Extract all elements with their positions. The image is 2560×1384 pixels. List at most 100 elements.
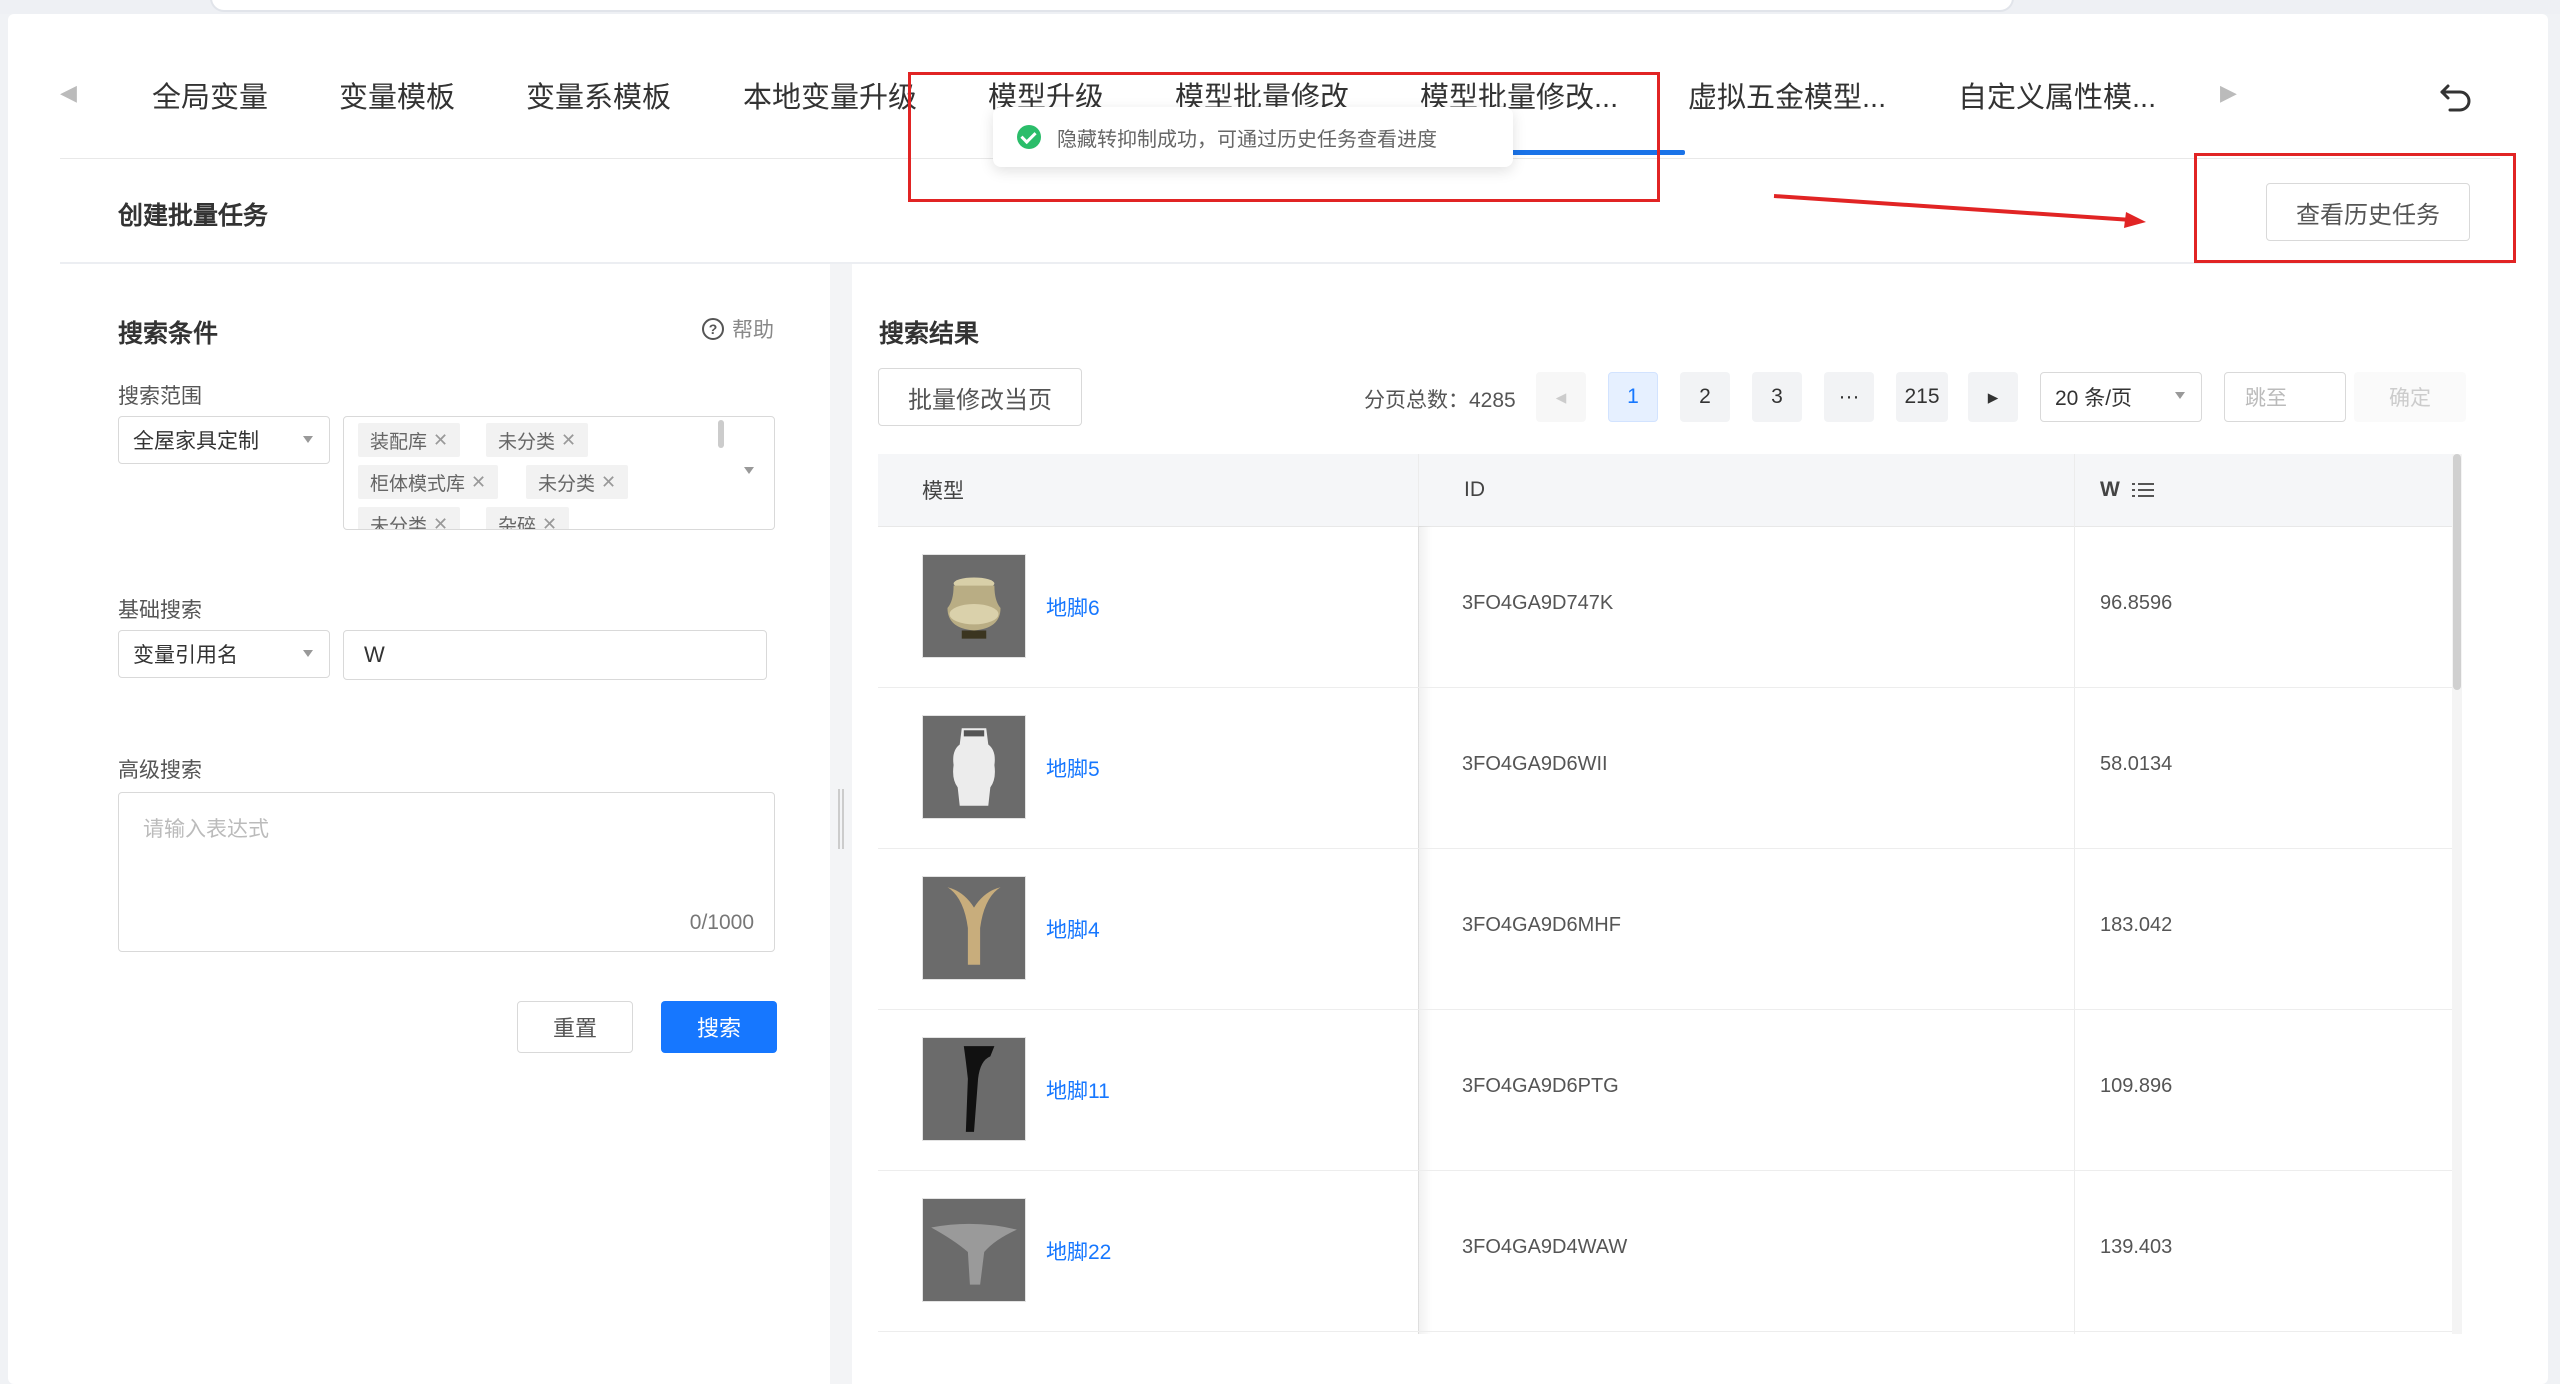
scope-tag[interactable]: 杂碎 ✕ [486,507,570,530]
model-w-value: 183.042 [2100,914,2173,936]
jump-to-page-input[interactable]: 跳至 [2224,372,2346,422]
model-id: 3FO4GA9D6PTG [1462,1075,1619,1097]
scope-tag[interactable]: 未分类 ✕ [358,507,461,530]
help-icon: ? [702,318,724,340]
table-row[interactable]: 地脚4 3FO4GA9D6MHF 183.042 [878,848,2458,1010]
results-table: 模型 ID W 地脚6 3FO4GA9D747K 96.8596 地脚5 3FO… [878,454,2458,1334]
column-header-w[interactable]: W [2100,454,2154,526]
page-ellipsis[interactable]: ··· [1824,372,1874,422]
tag-scrollbar[interactable] [718,420,724,448]
close-icon[interactable]: ✕ [433,430,448,451]
scope-select-value: 全屋家具定制 [133,430,259,453]
model-link[interactable]: 地脚5 [1046,753,1100,783]
model-link[interactable]: 地脚22 [1046,1236,1111,1266]
tab-variable-series-template[interactable]: 变量系模板 [526,74,671,116]
chevron-down-icon [744,467,754,474]
next-page-icon[interactable]: ▸ [1968,372,2018,422]
total-pages-label: 分页总数：4285 [1364,389,1516,412]
page-size-select[interactable]: 20 条/页 [2040,372,2202,422]
basic-search-type-value: 变量引用名 [133,644,238,667]
search-conditions-title: 搜索条件 [118,320,219,348]
view-history-tasks-button[interactable]: 查看历史任务 [2266,183,2470,241]
scope-tag[interactable]: 未分类 ✕ [526,465,629,499]
search-scope-label: 搜索范围 [118,385,202,408]
search-results-title: 搜索结果 [879,320,980,348]
table-row[interactable]: 地脚5 3FO4GA9D6WII 58.0134 [878,687,2458,849]
page-3[interactable]: 3 [1752,372,1802,422]
column-header-model: 模型 [922,480,964,503]
table-row[interactable]: 地脚11 3FO4GA9D6PTG 109.896 [878,1009,2458,1171]
advanced-search-placeholder: 请输入表达式 [143,818,269,841]
scope-tag-select[interactable]: 装配库 ✕ 未分类 ✕ 柜体模式库 ✕ 未分类 ✕ 未分类 ✕ 杂碎 ✕ [343,416,775,530]
scope-tag[interactable]: 未分类 ✕ [486,423,589,457]
model-id: 3FO4GA9D747K [1462,592,1614,614]
toast-message: 隐藏转抑制成功，可通过历史任务查看进度 [1057,128,1437,151]
model-w-value: 58.0134 [2100,753,2173,775]
model-link[interactable]: 地脚4 [1046,914,1100,944]
table-row[interactable]: 地脚22 3FO4GA9D4WAW 139.403 [878,1170,2458,1332]
close-icon[interactable]: ✕ [542,514,557,530]
tab-virtual-hardware-model[interactable]: 虚拟五金模型... [1688,74,1886,116]
close-icon[interactable]: ✕ [471,472,486,493]
tab-variable-template[interactable]: 变量模板 [339,74,455,116]
annotation-arrow-icon [1773,194,2146,228]
close-icon[interactable]: ✕ [561,430,576,451]
close-icon[interactable]: ✕ [601,472,616,493]
help-link[interactable]: ? 帮助 [702,314,774,344]
model-thumbnail[interactable] [922,715,1026,819]
jump-confirm-button[interactable]: 确定 [2354,372,2466,422]
basic-search-input[interactable]: W [343,630,767,680]
model-thumbnail[interactable] [922,1037,1026,1141]
close-icon[interactable]: ✕ [433,514,448,530]
top-search-bar [210,0,2014,12]
column-header-id: ID [1464,478,1485,501]
model-thumbnail[interactable] [922,1198,1026,1302]
tab-local-variable-upgrade[interactable]: 本地变量升级 [743,74,917,116]
page-2[interactable]: 2 [1680,372,1730,422]
model-id: 3FO4GA9D6WII [1462,753,1608,775]
success-toast: 隐藏转抑制成功，可通过历史任务查看进度 [993,107,1513,167]
page-title: 创建批量任务 [118,202,269,230]
search-button[interactable]: 搜索 [661,1001,777,1053]
scope-tag[interactable]: 柜体模式库 ✕ [358,465,499,499]
success-check-icon [1017,125,1041,149]
chevron-down-icon [303,650,313,657]
page-1[interactable]: 1 [1608,372,1658,422]
reset-button[interactable]: 重置 [517,1001,633,1053]
model-thumbnail[interactable] [922,554,1026,658]
page-size-value: 20 条/页 [2055,387,2133,410]
basic-search-label: 基础搜索 [118,599,202,622]
model-id: 3FO4GA9D6MHF [1462,914,1621,936]
model-id: 3FO4GA9D4WAW [1462,1236,1628,1258]
panel-splitter[interactable] [830,264,852,1384]
model-w-value: 139.403 [2100,1236,2173,1258]
column-settings-icon[interactable] [2131,481,2154,499]
chevron-down-icon [303,436,313,443]
tab-scroll-right-icon[interactable]: ▶ [2220,80,2237,106]
splitter-grip-icon[interactable] [838,789,844,849]
basic-search-type-select[interactable]: 变量引用名 [118,630,330,678]
model-w-value: 109.896 [2100,1075,2173,1097]
advanced-search-textarea[interactable]: 请输入表达式 0/1000 [118,792,775,952]
tab-custom-attribute-model[interactable]: 自定义属性模... [1958,74,2156,116]
table-row[interactable]: 地脚6 3FO4GA9D747K 96.8596 [878,526,2458,688]
column-header-w-label: W [2100,478,2120,501]
char-counter: 0/1000 [689,911,754,934]
scope-tag[interactable]: 装配库 ✕ [358,423,461,457]
table-scrollbar[interactable] [2452,454,2462,1334]
model-w-value: 96.8596 [2100,592,2173,614]
chevron-down-icon [2175,392,2185,399]
model-link[interactable]: 地脚6 [1046,592,1100,622]
page-215[interactable]: 215 [1896,372,1948,422]
tab-scroll-left-icon[interactable]: ◀ [60,80,77,106]
undo-icon[interactable] [2438,76,2474,112]
model-link[interactable]: 地脚11 [1046,1075,1110,1105]
help-label: 帮助 [732,319,774,342]
tab-global-variables[interactable]: 全局变量 [152,74,268,116]
table-scrollbar-thumb[interactable] [2453,454,2461,690]
batch-modify-page-button[interactable]: 批量修改当页 [878,368,1082,426]
table-header: 模型 ID W [878,454,2458,527]
model-thumbnail[interactable] [922,876,1026,980]
prev-page-icon[interactable]: ◂ [1536,372,1586,422]
scope-select[interactable]: 全屋家具定制 [118,416,330,464]
